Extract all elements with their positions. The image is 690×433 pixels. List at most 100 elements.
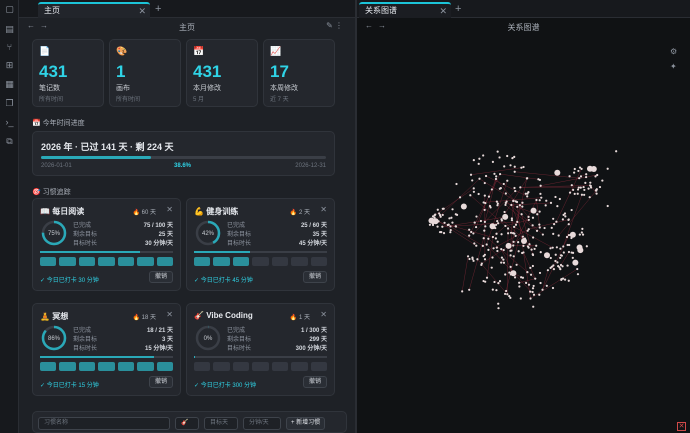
graph-link xyxy=(519,278,536,284)
add-habit-button[interactable]: + 新增习惯 xyxy=(286,417,326,430)
close-icon[interactable]: ✕ xyxy=(138,4,146,18)
habit-day-cell[interactable] xyxy=(98,362,115,371)
right-nav-bar: ←→ 关系图谱 xyxy=(357,18,690,35)
graph-node xyxy=(499,187,502,190)
graph-node xyxy=(454,225,458,228)
undo-button[interactable]: 撤销 xyxy=(148,376,173,388)
graph-node xyxy=(572,259,579,266)
tab-graph[interactable]: 关系图谱 ✕ xyxy=(359,2,451,18)
graph-node xyxy=(484,174,488,178)
graph-node xyxy=(544,204,547,207)
graph-link xyxy=(540,174,598,187)
graph-node xyxy=(570,208,573,212)
habit-day-cell[interactable] xyxy=(310,257,327,266)
habit-day-cell[interactable] xyxy=(310,362,327,371)
habit-day-cell[interactable] xyxy=(252,362,269,371)
file-icon[interactable]: ▤ xyxy=(4,24,15,35)
calendar-icon[interactable]: ▦ xyxy=(4,79,15,90)
graph-node xyxy=(527,228,530,231)
close-icon[interactable]: ✕ xyxy=(439,4,447,18)
habit-name-input[interactable]: 习惯名称 xyxy=(38,417,170,430)
habit-day-cell[interactable] xyxy=(117,362,135,371)
new-tab-plus-icon[interactable]: + xyxy=(155,3,161,15)
habit-ring-label: 75% xyxy=(48,231,61,237)
habit-day-cell[interactable] xyxy=(156,362,173,371)
habit-day-cell[interactable] xyxy=(213,257,230,266)
graph-node xyxy=(568,175,571,178)
graph-node xyxy=(582,185,585,189)
habit-day-cell[interactable] xyxy=(271,362,289,371)
graph-corner-icon[interactable]: ✕ xyxy=(677,422,686,431)
sidebar-toggle-icon[interactable]: ▢ xyxy=(4,4,15,15)
minutes-input[interactable]: 分钟/天 xyxy=(243,417,281,430)
graph-node xyxy=(549,247,552,250)
habit-day-cell[interactable] xyxy=(40,362,57,371)
habit-name: 🧘 冥想 xyxy=(40,311,68,322)
graph-node xyxy=(530,207,537,214)
habit-day-cell[interactable] xyxy=(252,257,269,266)
graph-node xyxy=(482,255,485,258)
habit-day-cell[interactable] xyxy=(59,257,76,266)
habit-day-cell[interactable] xyxy=(59,362,76,371)
stat-card-month: 📅 431 本月修改 5 月 xyxy=(186,39,258,107)
graph-animate-icon[interactable]: ✦ xyxy=(670,59,677,74)
plugin-icon[interactable]: ⧉ xyxy=(4,136,15,147)
habit-emoji-input[interactable]: 🎸 xyxy=(175,417,199,430)
new-tab-plus-icon[interactable]: + xyxy=(455,3,461,15)
habit-day-cell[interactable] xyxy=(213,362,230,371)
habit-day-cell[interactable] xyxy=(78,362,96,371)
close-icon[interactable]: ✕ xyxy=(166,205,173,214)
graph-node xyxy=(468,228,471,231)
graph-node xyxy=(428,217,435,224)
habit-day-cell[interactable] xyxy=(194,257,211,266)
graph-node xyxy=(512,240,515,243)
target-days-input[interactable]: 目标天 xyxy=(204,417,238,430)
tab-home[interactable]: 主页 ✕ xyxy=(38,2,150,18)
graph-node xyxy=(527,218,530,222)
graph-node xyxy=(573,167,576,171)
close-icon[interactable]: ✕ xyxy=(166,310,173,319)
habit-day-cell[interactable] xyxy=(117,257,135,266)
graph-node xyxy=(601,179,604,182)
habit-day-cell[interactable] xyxy=(40,257,57,266)
copy-icon[interactable]: ❐ xyxy=(4,98,15,109)
habit-day-cell[interactable] xyxy=(232,257,250,266)
habit-day-cell[interactable] xyxy=(98,257,115,266)
undo-button[interactable]: 撤销 xyxy=(148,271,173,283)
terminal-icon[interactable]: ›_ xyxy=(4,117,15,128)
undo-button[interactable]: 撤销 xyxy=(302,271,327,283)
close-icon[interactable]: ✕ xyxy=(320,310,327,319)
graph-link xyxy=(432,188,474,217)
edit-and-more-icon[interactable]: ✎ ⋮ xyxy=(326,21,343,30)
graph-link xyxy=(480,216,506,222)
graph-node xyxy=(473,242,476,245)
habit-day-cell[interactable] xyxy=(78,257,96,266)
habit-day-cell[interactable] xyxy=(291,362,308,371)
graph-node xyxy=(551,286,555,290)
habit-day-cell[interactable] xyxy=(194,362,211,371)
habit-day-cell[interactable] xyxy=(137,362,154,371)
graph-node xyxy=(502,213,509,220)
undo-button[interactable]: 撤销 xyxy=(302,376,327,388)
graph-icon[interactable]: ⑂ xyxy=(4,42,15,53)
graph-link xyxy=(477,259,508,295)
graph-settings-icon[interactable]: ⚙ xyxy=(670,44,677,59)
stat-card-week: 📈 17 本周修改 近 7 天 xyxy=(263,39,335,107)
habit-day-cell[interactable] xyxy=(232,362,250,371)
habit-day-cell[interactable] xyxy=(137,257,154,266)
graph-node xyxy=(472,187,475,190)
habit-day-cell[interactable] xyxy=(291,257,308,266)
graph-node xyxy=(560,278,563,282)
habit-day-cell[interactable] xyxy=(156,257,173,266)
close-icon[interactable]: ✕ xyxy=(320,205,327,214)
graph-node xyxy=(500,219,503,222)
habit-stat-row: 目标时长 45 分钟/天 xyxy=(227,238,327,247)
habit-icon: 🎸 xyxy=(194,311,204,320)
habit-day-cell[interactable] xyxy=(271,257,289,266)
document-icon: 📄 xyxy=(39,46,51,56)
graph-node xyxy=(482,201,485,204)
habit-icon: 📖 xyxy=(40,207,50,216)
graph-link xyxy=(483,197,542,203)
knowledge-graph[interactable] xyxy=(357,0,690,433)
canvas-icon[interactable]: ⊞ xyxy=(4,60,15,71)
